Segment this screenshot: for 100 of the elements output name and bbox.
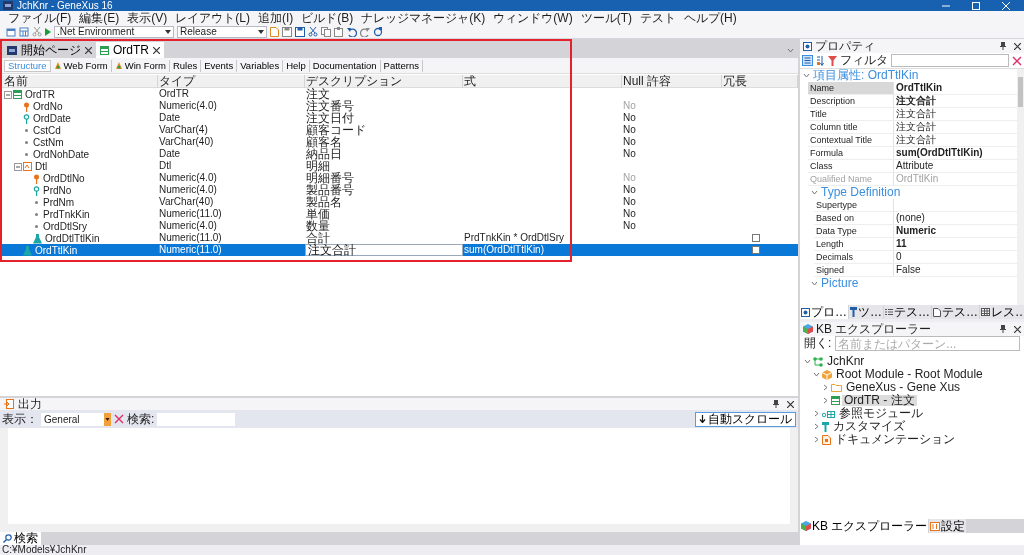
expand-icon[interactable] [813, 410, 820, 417]
section-tab[interactable]: Rules [169, 59, 202, 72]
collapse-icon[interactable] [4, 90, 12, 99]
calendar-icon[interactable] [19, 26, 29, 37]
menu-item[interactable]: 表示(V) [127, 12, 168, 24]
pin-icon[interactable] [773, 400, 779, 408]
run-icon[interactable] [45, 27, 51, 36]
menu-item[interactable]: テスト [640, 12, 676, 24]
menu-item[interactable]: ヘルプ(H) [684, 12, 737, 24]
tree-item[interactable]: JchKnr [825, 356, 867, 367]
configuration-select[interactable]: Release [177, 25, 267, 38]
section-tab[interactable]: Events [201, 59, 238, 72]
menu-item[interactable]: ツール(T) [580, 12, 632, 24]
tree-item[interactable]: ドキュメンテーション [833, 434, 957, 445]
copy-icon[interactable] [321, 26, 331, 37]
property-name[interactable]: Signed [814, 264, 894, 276]
expand-icon[interactable] [822, 397, 829, 404]
property-value[interactable]: 11 [894, 238, 1017, 250]
cut-icon[interactable] [308, 26, 318, 37]
menu-item[interactable]: 編集(E) [79, 12, 120, 24]
filter-field[interactable] [891, 54, 1009, 67]
close-icon[interactable] [1014, 325, 1021, 333]
expand-icon[interactable] [813, 436, 820, 443]
dropdown-icon[interactable] [787, 47, 794, 54]
property-name[interactable]: Contextual Title [808, 134, 894, 146]
environment-select[interactable]: .Net Environment [54, 25, 174, 38]
categorized-icon[interactable] [802, 55, 813, 66]
column-header[interactable]: 式 [464, 74, 476, 88]
menu-item[interactable]: ウィンドウ(W) [493, 12, 573, 24]
tree-item[interactable]: 参照モジュール [837, 408, 925, 419]
clear-icon[interactable] [1012, 55, 1022, 66]
property-name[interactable]: Column title [808, 121, 894, 133]
close-icon[interactable] [153, 46, 160, 54]
column-header[interactable]: タイプ [159, 74, 195, 88]
property-name[interactable]: Description [808, 95, 894, 107]
checkbox[interactable] [752, 246, 760, 254]
close-icon[interactable] [85, 46, 92, 54]
refresh-icon[interactable] [373, 26, 383, 37]
expand-icon[interactable] [813, 423, 820, 430]
column-header[interactable]: デスクリプション [306, 74, 402, 88]
pin-icon[interactable] [1000, 42, 1006, 50]
scrollbar[interactable] [1017, 69, 1024, 305]
property-value[interactable]: Attribute [894, 160, 1017, 172]
tree-item[interactable]: OrdTR - 注文 [842, 395, 917, 406]
pin-icon[interactable] [1000, 325, 1006, 333]
new-document-icon[interactable] [270, 26, 279, 37]
filter-icon[interactable] [828, 55, 837, 66]
column-header[interactable]: 冗長 [723, 74, 747, 88]
panel-tab[interactable]: 検索 [0, 532, 41, 545]
redo-icon[interactable] [360, 26, 370, 37]
tree-item[interactable]: カスタマイズ [831, 421, 907, 432]
menu-item[interactable]: 追加(I) [258, 12, 294, 24]
maximize-icon[interactable] [972, 1, 980, 10]
property-value[interactable]: False [894, 264, 1017, 276]
property-name[interactable]: Formula [808, 147, 894, 159]
panel-tab[interactable]: レス… [980, 305, 1024, 319]
property-name[interactable]: Supertype [814, 199, 894, 211]
property-value[interactable]: 0 [894, 251, 1017, 263]
cut-icon[interactable] [32, 26, 42, 37]
panel-tab[interactable]: 設定 [929, 519, 967, 533]
property-value[interactable]: OrdTtlKin [894, 82, 1017, 94]
property-value[interactable]: 注文合計 [894, 134, 1017, 146]
property-name[interactable]: Name [808, 82, 894, 94]
menu-item[interactable]: ビルド(B) [301, 12, 354, 24]
property-value[interactable]: (none) [894, 212, 1017, 224]
column-header[interactable]: Null 許容 [623, 74, 671, 88]
section-tab[interactable]: Help [283, 59, 310, 72]
description-field[interactable]: 注文合計 [305, 244, 463, 256]
section-tab[interactable]: Web Form [50, 59, 112, 72]
column-header[interactable]: 名前 [4, 74, 28, 88]
section-tab[interactable]: Structure [4, 59, 51, 72]
property-name[interactable]: Length [814, 238, 894, 250]
save-icon[interactable] [282, 26, 292, 37]
property-value[interactable]: 注文合計 [894, 108, 1017, 120]
category-select[interactable]: General [41, 412, 111, 426]
property-value[interactable]: sum(OrdDtlTtlKin) [894, 147, 1017, 159]
menu-item[interactable]: レイアウト(L) [175, 12, 250, 24]
section-tab[interactable]: Win Form [111, 59, 170, 72]
collapse-icon[interactable] [14, 162, 22, 171]
new-object-icon[interactable] [6, 26, 16, 37]
section-tab[interactable]: Documentation [309, 59, 381, 72]
expand-icon[interactable] [804, 358, 811, 365]
panel-tab[interactable]: ツ… [849, 305, 883, 319]
section-tab[interactable]: Variables [237, 59, 284, 72]
selected-row[interactable]: OrdTtlKin Numeric(11.0) 注文合計 sum(OrdDtlTtlKin) [0, 244, 798, 256]
collapse-icon[interactable] [803, 72, 810, 79]
save-all-icon[interactable] [295, 26, 305, 37]
property-value[interactable]: 注文合計 [894, 95, 1017, 107]
panel-tab[interactable]: プロ… [800, 305, 848, 319]
sort-icon[interactable] [816, 55, 825, 66]
menu-item[interactable]: ファイル(F) [8, 12, 72, 24]
menu-item[interactable]: ナレッジマネージャ(K) [361, 12, 486, 24]
panel-tab[interactable]: KB エクスプローラー [800, 519, 929, 533]
property-name[interactable]: Decimals [814, 251, 894, 263]
property-name[interactable]: Title [808, 108, 894, 120]
checkbox[interactable] [752, 234, 760, 242]
undo-icon[interactable] [347, 26, 357, 37]
paste-icon[interactable] [334, 26, 344, 37]
close-icon[interactable] [787, 400, 794, 408]
editor-tab[interactable]: OrdTR [96, 42, 164, 58]
